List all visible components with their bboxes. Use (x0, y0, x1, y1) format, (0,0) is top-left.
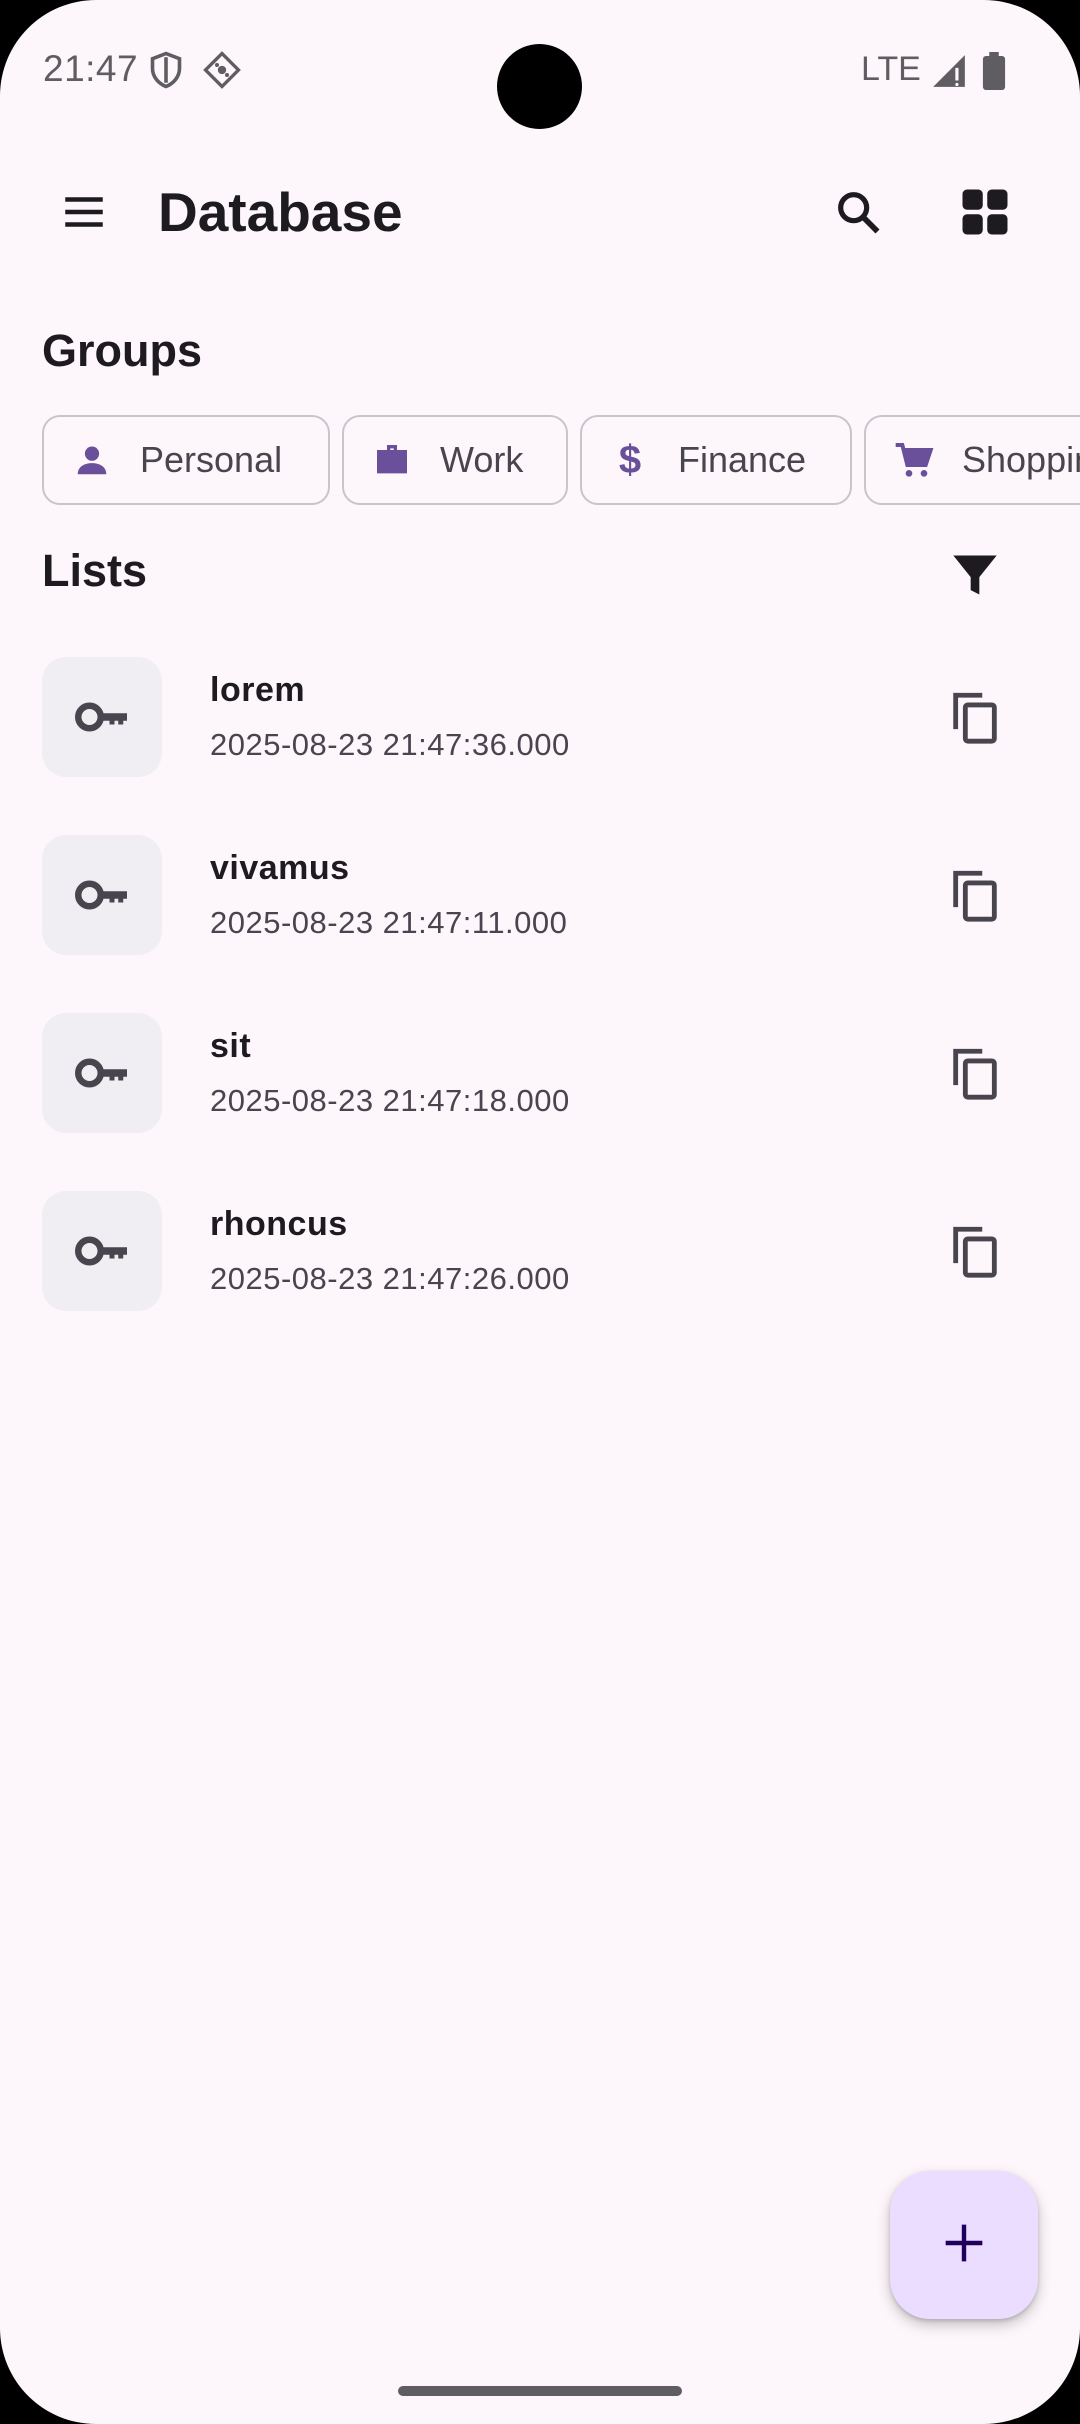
copy-icon[interactable] (935, 1033, 1015, 1113)
screen: 21:47 LTE Database Groups Personal Work … (0, 0, 1080, 2424)
item-title: sit (210, 1027, 252, 1065)
status-bar: 21:47 LTE (0, 0, 1080, 140)
item-timestamp: 2025-08-23 21:47:36.000 (210, 727, 570, 762)
copy-icon[interactable] (935, 1211, 1015, 1291)
chip-label: Shopping (962, 439, 1080, 480)
key-icon (42, 1013, 162, 1133)
item-timestamp: 2025-08-23 21:47:11.000 (210, 905, 568, 940)
item-timestamp: 2025-08-23 21:47:26.000 (210, 1261, 570, 1296)
list-item[interactable]: lorem 2025-08-23 21:47:36.000 (0, 657, 1080, 835)
shield-icon (148, 50, 184, 95)
home-indicator[interactable] (398, 2386, 682, 2396)
key-icon (42, 1191, 162, 1311)
cart-icon (894, 440, 934, 480)
chip-finance[interactable]: $ Finance (580, 415, 852, 505)
add-button[interactable] (890, 2171, 1038, 2319)
filter-icon[interactable] (935, 535, 1015, 615)
list-item[interactable]: rhoncus 2025-08-23 21:47:26.000 (0, 1191, 1080, 1369)
item-title: lorem (210, 671, 306, 709)
key-icon (42, 657, 162, 777)
network-type: LTE (861, 50, 921, 88)
chip-label: Finance (678, 439, 807, 480)
list-item[interactable]: vivamus 2025-08-23 21:47:11.000 (0, 835, 1080, 1013)
top-app-bar: Database (0, 150, 1080, 280)
chip-shopping[interactable]: Shopping (864, 415, 1080, 505)
chip-label: Work (440, 439, 524, 480)
page-title: Database (158, 181, 403, 243)
list-item[interactable]: sit 2025-08-23 21:47:18.000 (0, 1013, 1080, 1191)
lists-heading: Lists (42, 545, 148, 596)
battery-icon (982, 52, 1006, 95)
add-icon (942, 2221, 986, 2270)
search-icon[interactable] (818, 172, 898, 252)
copy-icon[interactable] (935, 855, 1015, 935)
signal-icon (930, 52, 968, 95)
item-title: rhoncus (210, 1205, 348, 1243)
dollar-icon: $ (618, 437, 642, 482)
briefcase-icon (372, 440, 412, 480)
grid-view-icon[interactable] (945, 172, 1025, 252)
person-icon (72, 440, 112, 480)
key-icon (42, 835, 162, 955)
copy-icon[interactable] (935, 677, 1015, 757)
item-timestamp: 2025-08-23 21:47:18.000 (210, 1083, 570, 1118)
chip-label: Personal (140, 439, 283, 480)
menu-icon[interactable] (44, 172, 124, 252)
groups-heading: Groups (42, 325, 203, 376)
vpn-key-icon (202, 50, 242, 95)
item-title: vivamus (210, 849, 350, 887)
chip-work[interactable]: Work (342, 415, 568, 505)
front-camera (497, 44, 582, 129)
chip-personal[interactable]: Personal (42, 415, 330, 505)
status-time: 21:47 (43, 48, 139, 89)
group-chips: Personal Work $ Finance Shopping (42, 415, 1080, 509)
